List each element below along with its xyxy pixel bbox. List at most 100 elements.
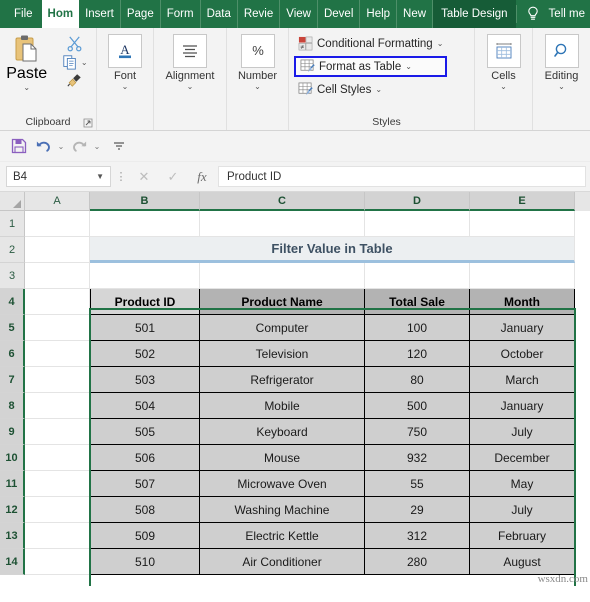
row-header-3[interactable]: 3: [0, 263, 25, 289]
cell-c3[interactable]: [200, 263, 365, 289]
cell-product-name[interactable]: Refrigerator: [200, 367, 365, 393]
cell-product-name[interactable]: Washing Machine: [200, 497, 365, 523]
cell-a10[interactable]: [25, 445, 90, 471]
cell-a11[interactable]: [25, 471, 90, 497]
ribbon-group-editing[interactable]: Editing ⌄: [533, 28, 590, 130]
cell-total-sale[interactable]: 80: [365, 367, 470, 393]
undo-dropdown-chevron-icon[interactable]: ⌄: [56, 142, 66, 151]
column-header-e[interactable]: E: [470, 192, 575, 211]
undo-icon[interactable]: [32, 135, 54, 157]
cell-product-id[interactable]: 505: [90, 419, 200, 445]
ribbon-group-font[interactable]: A Font ⌄: [97, 28, 154, 130]
row-header-5[interactable]: 5: [0, 315, 25, 341]
table-header-product-id[interactable]: Product ID: [90, 289, 200, 315]
row-header-8[interactable]: 8: [0, 393, 25, 419]
customize-qat-icon[interactable]: [108, 135, 130, 157]
row-header-11[interactable]: 11: [0, 471, 25, 497]
cell-month[interactable]: February: [470, 523, 575, 549]
paste-button[interactable]: Paste ⌄: [0, 33, 53, 92]
fx-icon[interactable]: fx: [189, 166, 215, 187]
cell-product-id[interactable]: 510: [90, 549, 200, 575]
column-header-a[interactable]: A: [25, 192, 90, 211]
cell-product-id[interactable]: 502: [90, 341, 200, 367]
tab-file[interactable]: File: [0, 0, 42, 28]
cell-d3[interactable]: [365, 263, 470, 289]
row-header-7[interactable]: 7: [0, 367, 25, 393]
alignment-dropdown-chevron-icon[interactable]: ⌄: [187, 83, 194, 91]
cell-month[interactable]: August: [470, 549, 575, 575]
row-header-13[interactable]: 13: [0, 523, 25, 549]
cell-a13[interactable]: [25, 523, 90, 549]
cell-b1[interactable]: [90, 211, 200, 237]
name-box[interactable]: B4 ▼: [6, 166, 111, 187]
cancel-x-icon[interactable]: ✕: [131, 166, 157, 187]
tab-help[interactable]: Help: [360, 0, 398, 28]
paste-dropdown-chevron-icon[interactable]: ⌄: [23, 84, 30, 92]
copy-button[interactable]: [62, 54, 78, 70]
cells-dropdown-chevron-icon[interactable]: ⌄: [500, 83, 507, 91]
cell-a9[interactable]: [25, 419, 90, 445]
cell-total-sale[interactable]: 312: [365, 523, 470, 549]
row-header-12[interactable]: 12: [0, 497, 25, 523]
dialog-launcher-icon[interactable]: [83, 118, 93, 128]
cell-c1[interactable]: [200, 211, 365, 237]
cell-a2[interactable]: [25, 237, 90, 263]
cell-a5[interactable]: [25, 315, 90, 341]
redo-icon[interactable]: [68, 135, 90, 157]
cell-product-id[interactable]: 501: [90, 315, 200, 341]
table-header-month[interactable]: Month: [470, 289, 575, 315]
conditional-formatting-button[interactable]: ≠ Conditional Formatting ⌄: [294, 33, 447, 54]
cell-month[interactable]: December: [470, 445, 575, 471]
ribbon-group-alignment[interactable]: Alignment ⌄: [154, 28, 227, 130]
cell-b3[interactable]: [90, 263, 200, 289]
format-as-table-button[interactable]: Format as Table ⌄: [294, 56, 448, 77]
tell-me-box[interactable]: Tell me: [547, 0, 585, 28]
row-header-2[interactable]: 2: [0, 237, 25, 263]
cell-d1[interactable]: [365, 211, 470, 237]
cell-month[interactable]: January: [470, 315, 575, 341]
tab-table-design[interactable]: Table Design: [433, 0, 516, 28]
formula-bar-splitter[interactable]: ⋮: [114, 170, 128, 183]
cell-product-id[interactable]: 504: [90, 393, 200, 419]
save-icon[interactable]: [8, 135, 30, 157]
tab-review[interactable]: Revie: [238, 0, 281, 28]
lightbulb-icon[interactable]: [517, 0, 547, 28]
formula-input[interactable]: Product ID: [218, 166, 586, 187]
cell-month[interactable]: January: [470, 393, 575, 419]
tab-page-layout[interactable]: Page: [121, 0, 161, 28]
cell-a7[interactable]: [25, 367, 90, 393]
format-as-table-chevron-icon[interactable]: ⌄: [405, 63, 412, 71]
cell-product-name[interactable]: Television: [200, 341, 365, 367]
cell-month[interactable]: March: [470, 367, 575, 393]
cell-product-id[interactable]: 509: [90, 523, 200, 549]
name-box-chevron-down-icon[interactable]: ▼: [96, 172, 104, 181]
cell-total-sale[interactable]: 280: [365, 549, 470, 575]
cell-total-sale[interactable]: 932: [365, 445, 470, 471]
column-header-c[interactable]: C: [200, 192, 365, 211]
row-header-9[interactable]: 9: [0, 419, 25, 445]
cell-month[interactable]: May: [470, 471, 575, 497]
tab-insert[interactable]: Insert: [79, 0, 121, 28]
cell-product-name[interactable]: Air Conditioner: [200, 549, 365, 575]
cell-product-name[interactable]: Mouse: [200, 445, 365, 471]
cell-a3[interactable]: [25, 263, 90, 289]
cell-a12[interactable]: [25, 497, 90, 523]
select-all-corner[interactable]: [0, 192, 25, 211]
tab-view[interactable]: View: [280, 0, 318, 28]
cell-styles-button[interactable]: Cell Styles ⌄: [294, 79, 447, 100]
cell-a1[interactable]: [25, 211, 90, 237]
row-header-10[interactable]: 10: [0, 445, 25, 471]
number-dropdown-chevron-icon[interactable]: ⌄: [254, 83, 261, 91]
table-header-product-name[interactable]: Product Name: [200, 289, 365, 315]
editing-dropdown-chevron-icon[interactable]: ⌄: [558, 83, 565, 91]
table-header-total-sale[interactable]: Total Sale: [365, 289, 470, 315]
cell-product-name[interactable]: Mobile: [200, 393, 365, 419]
ribbon-group-cells[interactable]: Cells ⌄: [475, 28, 533, 130]
cell-product-name[interactable]: Electric Kettle: [200, 523, 365, 549]
cell-total-sale[interactable]: 120: [365, 341, 470, 367]
row-header-1[interactable]: 1: [0, 211, 25, 237]
ribbon-group-number[interactable]: % Number ⌄: [227, 28, 289, 130]
cell-a8[interactable]: [25, 393, 90, 419]
redo-dropdown-chevron-icon[interactable]: ⌄: [92, 142, 102, 151]
cell-product-id[interactable]: 507: [90, 471, 200, 497]
